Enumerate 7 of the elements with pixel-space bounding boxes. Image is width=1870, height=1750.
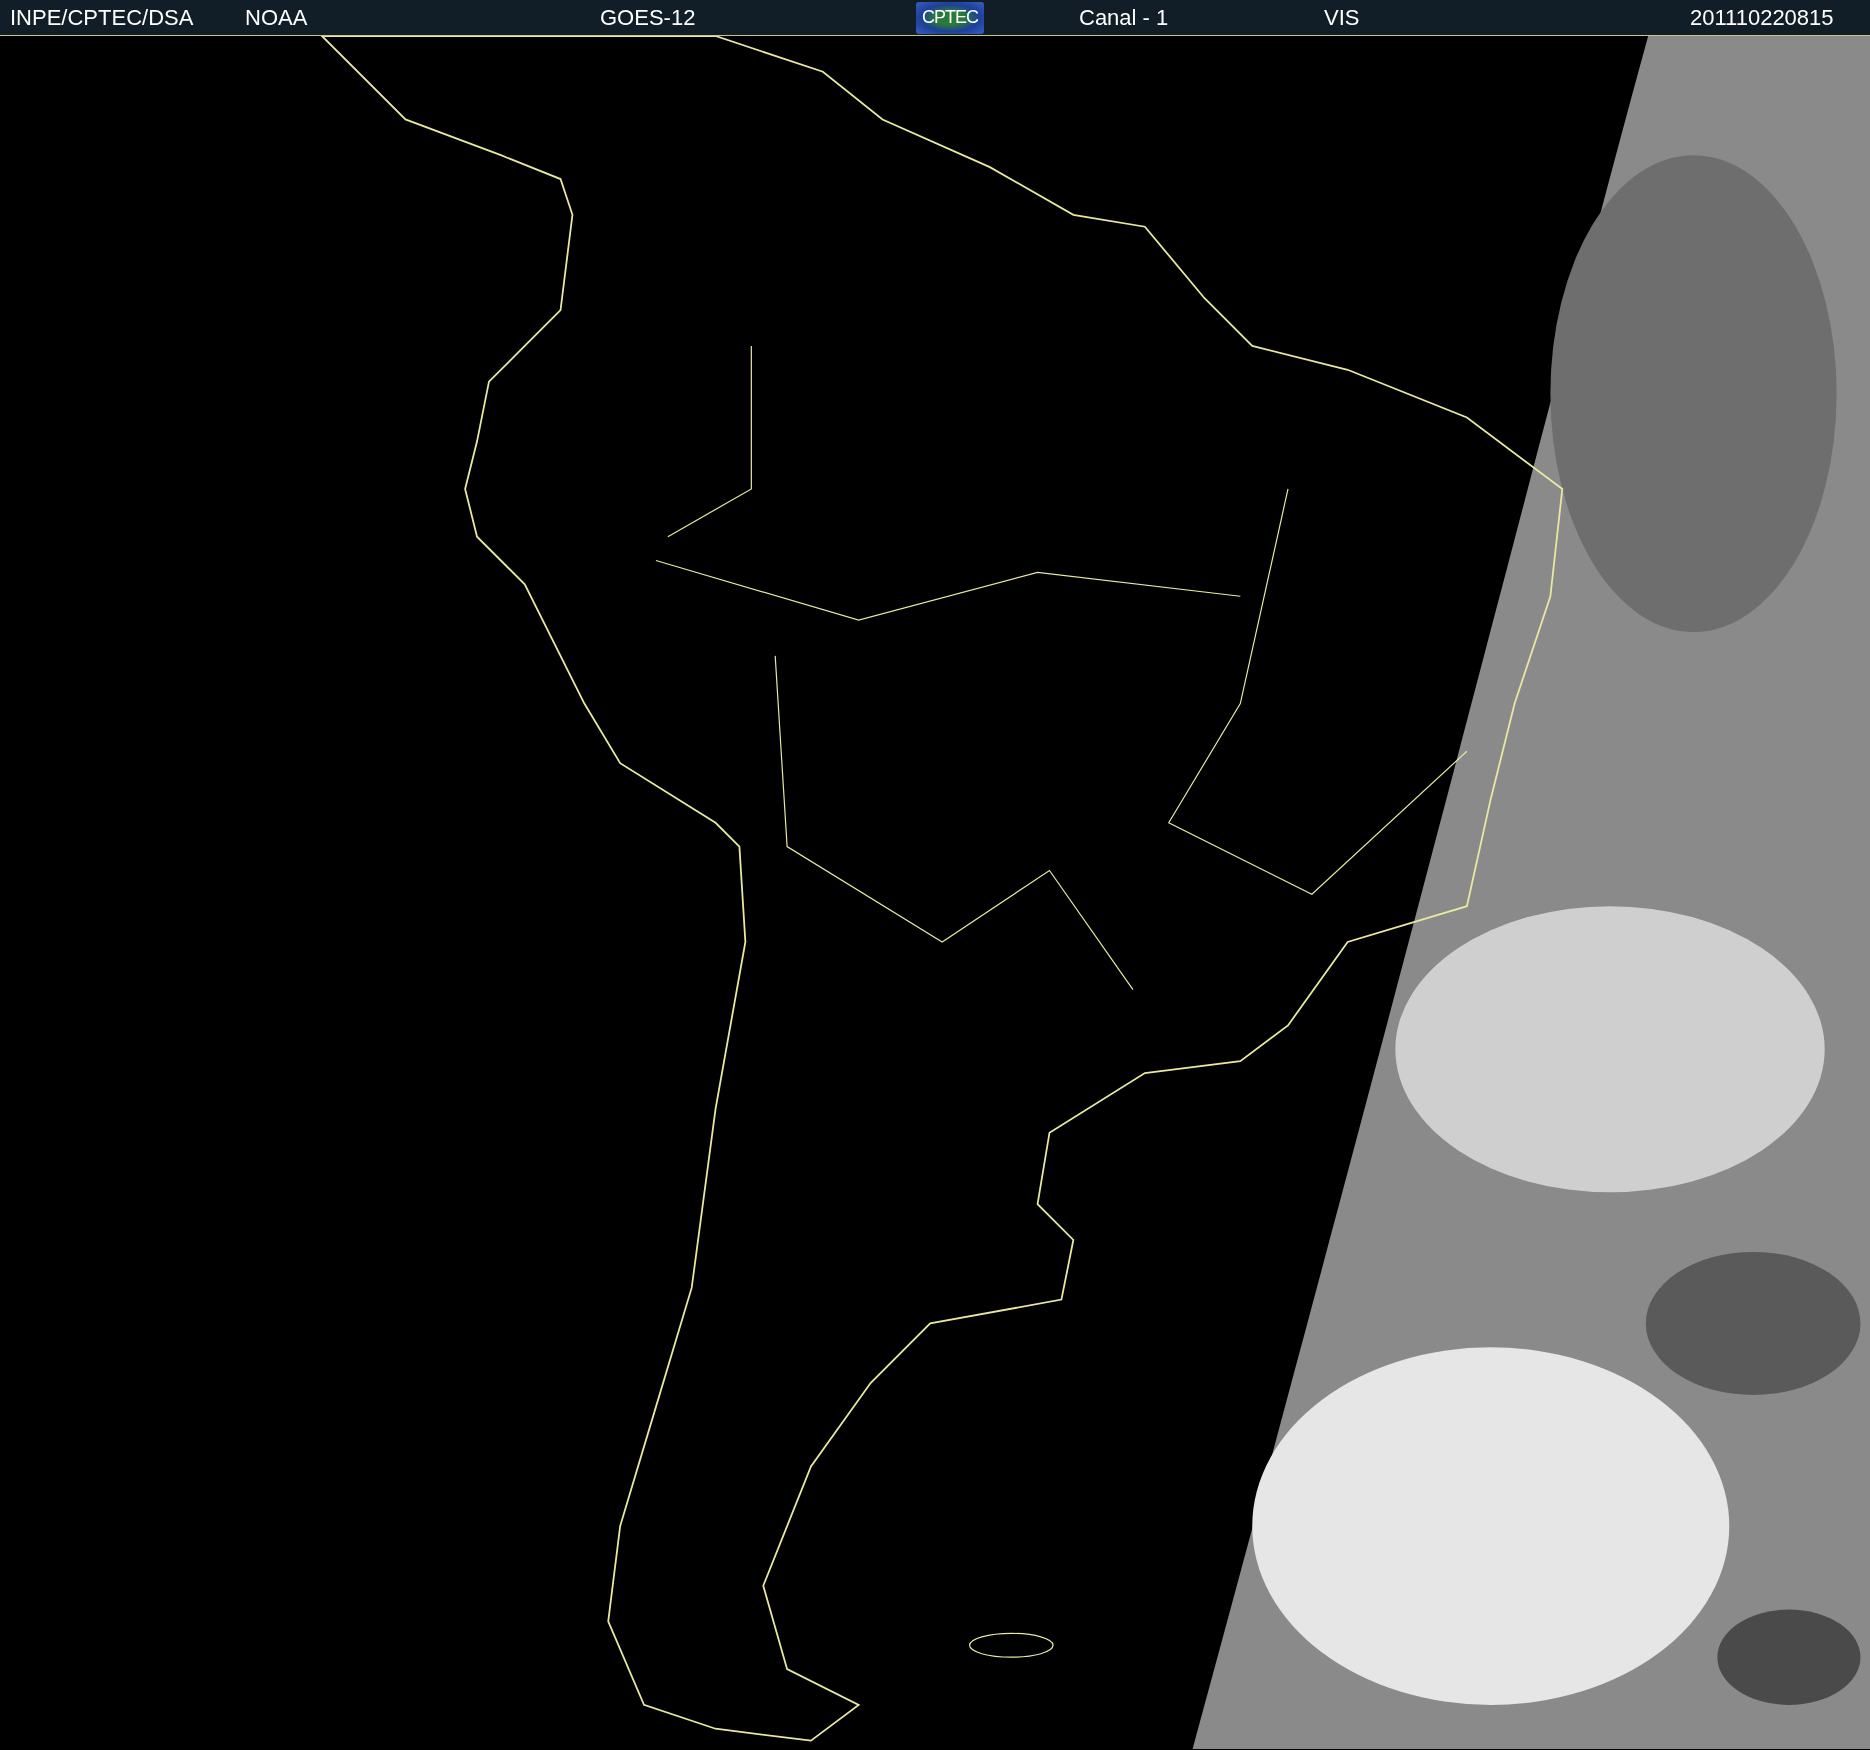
band-label: VIS xyxy=(1324,4,1361,31)
timestamp-label: 201110220815 xyxy=(1690,4,1835,31)
source-label: INPE/CPTEC/DSA xyxy=(10,4,195,31)
channel-label: Canal - 1 xyxy=(1079,4,1170,31)
agency-label: NOAA xyxy=(245,4,309,31)
satellite-label: GOES-12 xyxy=(600,4,697,31)
logo: CPTEC xyxy=(916,1,984,34)
